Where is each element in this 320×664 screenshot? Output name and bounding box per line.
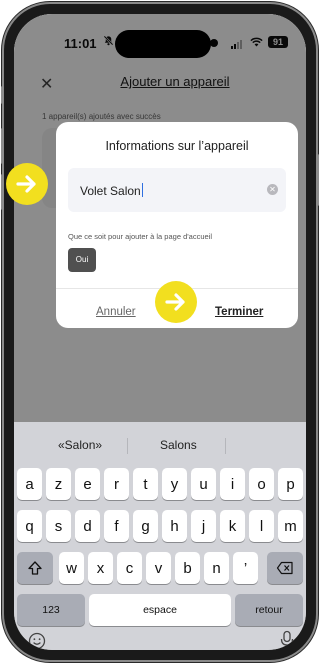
volume-down-button bbox=[1, 174, 4, 210]
key[interactable]: s bbox=[46, 510, 71, 542]
key[interactable]: h bbox=[162, 510, 187, 542]
key[interactable]: d bbox=[75, 510, 100, 542]
backspace-icon[interactable] bbox=[267, 552, 303, 584]
key[interactable]: o bbox=[249, 468, 274, 500]
microphone-icon[interactable] bbox=[280, 630, 294, 650]
key[interactable]: ’ bbox=[233, 552, 258, 584]
clear-icon[interactable]: ✕ bbox=[267, 184, 278, 195]
key[interactable]: t bbox=[133, 468, 158, 500]
key[interactable]: a bbox=[17, 468, 42, 500]
suggestion-2[interactable]: Salons bbox=[160, 438, 197, 452]
device-name-input[interactable]: Volet Salon ✕ bbox=[68, 168, 286, 212]
numbers-key[interactable]: 123 bbox=[17, 594, 85, 626]
action-button bbox=[1, 86, 4, 104]
key[interactable]: y bbox=[162, 468, 187, 500]
key[interactable]: m bbox=[278, 510, 303, 542]
key[interactable]: p bbox=[278, 468, 303, 500]
yes-toggle-button[interactable]: Oui bbox=[68, 248, 96, 272]
key[interactable]: e bbox=[75, 468, 100, 500]
volume-up-button bbox=[1, 128, 4, 164]
key[interactable]: z bbox=[46, 468, 71, 500]
power-button bbox=[316, 154, 319, 206]
keyboard: «Salon» Salons a z e r t y u i o p q s d… bbox=[14, 422, 306, 650]
key[interactable]: k bbox=[220, 510, 245, 542]
key[interactable]: x bbox=[88, 552, 113, 584]
finish-button[interactable]: Terminer bbox=[215, 306, 263, 318]
key[interactable]: b bbox=[175, 552, 200, 584]
key[interactable]: q bbox=[17, 510, 42, 542]
suggestion-divider bbox=[225, 438, 226, 454]
key[interactable]: v bbox=[146, 552, 171, 584]
return-key[interactable]: retour bbox=[235, 594, 303, 626]
suggestion-divider bbox=[127, 438, 128, 454]
dialog-title: Informations sur l’appareil bbox=[105, 139, 249, 153]
key[interactable]: n bbox=[204, 552, 229, 584]
key[interactable]: w bbox=[59, 552, 84, 584]
text-caret bbox=[141, 183, 144, 197]
shift-icon[interactable] bbox=[17, 552, 53, 584]
key[interactable]: g bbox=[133, 510, 158, 542]
home-page-hint: Que ce soit pour ajouter à la page d'acc… bbox=[68, 232, 213, 241]
key[interactable]: l bbox=[249, 510, 274, 542]
key[interactable]: j bbox=[191, 510, 216, 542]
key[interactable]: u bbox=[191, 468, 216, 500]
device-name-value: Volet Salon bbox=[80, 183, 144, 198]
key[interactable]: i bbox=[220, 468, 245, 500]
key[interactable]: f bbox=[104, 510, 129, 542]
key[interactable]: c bbox=[117, 552, 142, 584]
arrow-right-icon bbox=[155, 281, 197, 323]
suggestion-1[interactable]: «Salon» bbox=[58, 438, 102, 452]
key[interactable]: r bbox=[104, 468, 129, 500]
phone-frame: 11:01 91 ✕ Ajouter un appareil 1 apparei… bbox=[1, 4, 319, 660]
cancel-button[interactable]: Annuler bbox=[96, 306, 136, 318]
arrow-right-icon bbox=[6, 163, 48, 205]
screen: 11:01 91 ✕ Ajouter un appareil 1 apparei… bbox=[14, 14, 306, 650]
space-key[interactable]: espace bbox=[89, 594, 231, 626]
emoji-icon[interactable] bbox=[28, 632, 46, 650]
